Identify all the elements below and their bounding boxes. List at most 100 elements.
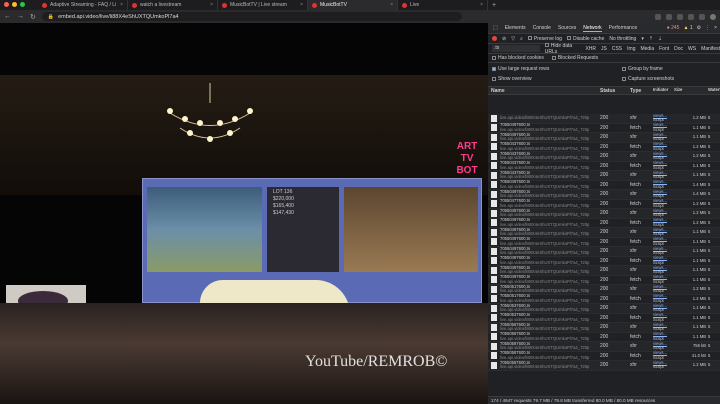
request-row[interactable]: 70550497600.ts live.api.video/li88X4eShUX… — [488, 275, 720, 285]
request-size: 1.2 MB — [674, 296, 708, 301]
browser-tab[interactable]: MusicBotTV | Live stream × — [218, 0, 308, 10]
has-blocked-cookies-checkbox[interactable]: Has blocked cookies — [492, 55, 544, 61]
browser-tab-active[interactable]: MusicBotTV × — [308, 0, 398, 10]
download-icon[interactable]: ⇣ — [658, 36, 662, 42]
close-window-button[interactable] — [4, 2, 9, 7]
request-row[interactable]: 70550497600.ts live.api.video/li88X4eShUX… — [488, 132, 720, 143]
filter-icon[interactable]: ▽ — [511, 36, 515, 42]
close-tab-icon[interactable]: × — [480, 2, 483, 8]
error-count-badge[interactable]: ● 245 — [667, 25, 680, 31]
extension-icon[interactable] — [688, 13, 694, 20]
extension-icon[interactable] — [655, 13, 661, 20]
extension-icon[interactable] — [666, 13, 672, 20]
request-row[interactable]: live.api.video/li88X4eShUXTQUmkoPl7a4_72… — [488, 114, 720, 124]
request-row[interactable]: 70550497600.ts live.api.video/li88X4eShUX… — [488, 227, 720, 238]
close-tab-icon[interactable]: × — [210, 2, 213, 8]
more-options-icon[interactable]: ⋮ — [705, 25, 710, 31]
throttling-select[interactable]: No throttling — [609, 36, 636, 42]
request-row[interactable]: 70550567600.ts live.api.video/li88X4eShUX… — [488, 332, 720, 342]
settings-gear-icon[interactable]: ⚙ — [697, 25, 701, 31]
filter-input[interactable]: .ts — [492, 45, 540, 52]
request-row[interactable]: 70550587600.ts live.api.video/li88X4eShUX… — [488, 341, 720, 352]
request-row[interactable]: 70550477600.ts live.api.video/li88X4eShUX… — [488, 199, 720, 209]
close-devtools-icon[interactable]: × — [714, 25, 717, 31]
filter-type-js[interactable]: JS — [601, 46, 607, 52]
request-row[interactable]: 70550517600.ts live.api.video/li88X4eShUX… — [488, 294, 720, 304]
profile-avatar[interactable] — [710, 13, 716, 20]
video-player[interactable]: LOT 136 $220,000 $165,400 $147,430 ART T… — [0, 23, 488, 404]
filter-type-ws[interactable]: WS — [688, 46, 696, 52]
column-size[interactable]: Size — [674, 87, 708, 92]
browser-tab[interactable]: Live × — [398, 0, 488, 10]
request-row[interactable]: 70550437600.ts live.api.video/li88X4eShUX… — [488, 161, 720, 171]
extension-icon[interactable] — [677, 13, 683, 20]
show-overview-checkbox[interactable]: Show overview — [492, 76, 622, 83]
request-type: xhr — [630, 115, 637, 122]
hide-data-urls-checkbox[interactable]: Hide data URLs — [544, 43, 581, 55]
request-row[interactable]: 70550437600.ts live.api.video/li88X4eShUX… — [488, 170, 720, 181]
close-tab-icon[interactable]: × — [390, 2, 393, 8]
request-row[interactable]: 70550587600.ts live.api.video/li88X4eShUX… — [488, 351, 720, 361]
preserve-log-checkbox[interactable]: Preserve log — [527, 36, 562, 42]
close-tab-icon[interactable]: × — [300, 2, 303, 8]
column-waterfall[interactable]: Waterfall — [708, 87, 720, 92]
tab-performance[interactable]: Performance — [609, 25, 638, 31]
filter-type-manifest[interactable]: Manifest — [701, 46, 720, 52]
browser-tab[interactable]: watch a livestream × — [128, 0, 218, 10]
request-row[interactable]: 70550437600.ts live.api.video/li88X4eShUX… — [488, 142, 720, 152]
record-icon[interactable] — [492, 36, 497, 41]
tab-sources[interactable]: Sources — [558, 25, 576, 31]
column-type[interactable]: Type — [630, 88, 653, 94]
disable-cache-checkbox[interactable]: Disable cache — [566, 36, 604, 42]
minimize-window-button[interactable] — [12, 2, 17, 7]
extension-icon[interactable] — [699, 13, 705, 20]
column-status[interactable]: Status — [600, 88, 630, 94]
blocked-requests-checkbox[interactable]: Blocked Requests — [551, 55, 598, 61]
close-tab-icon[interactable]: × — [120, 2, 123, 8]
zoom-window-button[interactable] — [20, 2, 25, 7]
request-row[interactable]: 70550567600.ts live.api.video/li88X4eShUX… — [488, 322, 720, 333]
filter-type-css[interactable]: CSS — [612, 46, 622, 52]
large-rows-checkbox[interactable]: Use large request rows — [492, 66, 622, 73]
request-row[interactable]: 70550497600.ts live.api.video/li88X4eShUX… — [488, 189, 720, 200]
request-row[interactable]: 70550497600.ts live.api.video/li88X4eShUX… — [488, 246, 720, 257]
reload-icon[interactable]: ↻ — [30, 13, 36, 21]
new-tab-icon[interactable]: + — [492, 2, 496, 9]
tab-network[interactable]: Network — [583, 25, 602, 32]
filter-type-font[interactable]: Font — [659, 46, 669, 52]
filter-type-img[interactable]: Img — [627, 46, 635, 52]
search-icon[interactable]: ⌕ — [520, 36, 523, 42]
browser-tab[interactable]: Adaptive Streaming - FAQ / Li × — [38, 0, 128, 10]
chevron-down-icon[interactable]: ▾ — [641, 36, 644, 42]
clear-icon[interactable]: ⊘ — [502, 36, 506, 42]
back-icon[interactable]: ← — [4, 13, 11, 20]
request-row[interactable]: 70550497600.ts live.api.video/li88X4eShUX… — [488, 123, 720, 133]
capture-screenshots-checkbox[interactable]: Capture screenshots — [622, 76, 720, 83]
request-row[interactable]: 70550497600.ts live.api.video/li88X4eShUX… — [488, 208, 720, 219]
request-row[interactable]: 70550437600.ts live.api.video/li88X4eShUX… — [488, 151, 720, 162]
forward-icon[interactable]: → — [17, 13, 24, 20]
request-row[interactable]: 70550537600.ts live.api.video/li88X4eShUX… — [488, 313, 720, 323]
column-initiator[interactable]: Initiator — [653, 87, 674, 92]
tab-elements[interactable]: Elements — [505, 25, 526, 31]
request-row[interactable]: 70550497600.ts live.api.video/li88X4eShUX… — [488, 218, 720, 228]
filter-type-doc[interactable]: Doc — [674, 46, 683, 52]
request-row[interactable]: 70550497600.ts live.api.video/li88X4eShUX… — [488, 237, 720, 247]
inspect-icon[interactable]: ⬚ — [493, 25, 498, 31]
request-row[interactable]: 70550517600.ts live.api.video/li88X4eShUX… — [488, 284, 720, 295]
filter-type-xhr[interactable]: XHR — [585, 46, 596, 52]
warning-count-badge[interactable]: ▲ 1 — [683, 25, 692, 31]
request-initiator: views... Script — [653, 256, 674, 265]
tab-console[interactable]: Console — [533, 25, 551, 31]
upload-icon[interactable]: ⇡ — [649, 36, 653, 42]
request-row[interactable]: 70550587600.ts live.api.video/li88X4eShUX… — [488, 360, 720, 371]
request-row[interactable]: 70550497600.ts live.api.video/li88X4eShUX… — [488, 256, 720, 266]
url-input[interactable]: 🔒 embed.api.video/live/li88X4eShUXTQUmko… — [41, 12, 462, 21]
group-by-frame-checkbox[interactable]: Group by frame — [622, 66, 720, 73]
request-row[interactable]: 70550537600.ts live.api.video/li88X4eShUX… — [488, 303, 720, 314]
network-summary: 174 / 4947 requests 79.7 MB / 79.8 MB tr… — [488, 396, 720, 404]
filter-type-media[interactable]: Media — [640, 46, 654, 52]
column-name[interactable]: Name — [488, 88, 600, 94]
request-row[interactable]: 70550497600.ts live.api.video/li88X4eShUX… — [488, 265, 720, 276]
request-row[interactable]: 70550497600.ts live.api.video/li88X4eShUX… — [488, 180, 720, 190]
